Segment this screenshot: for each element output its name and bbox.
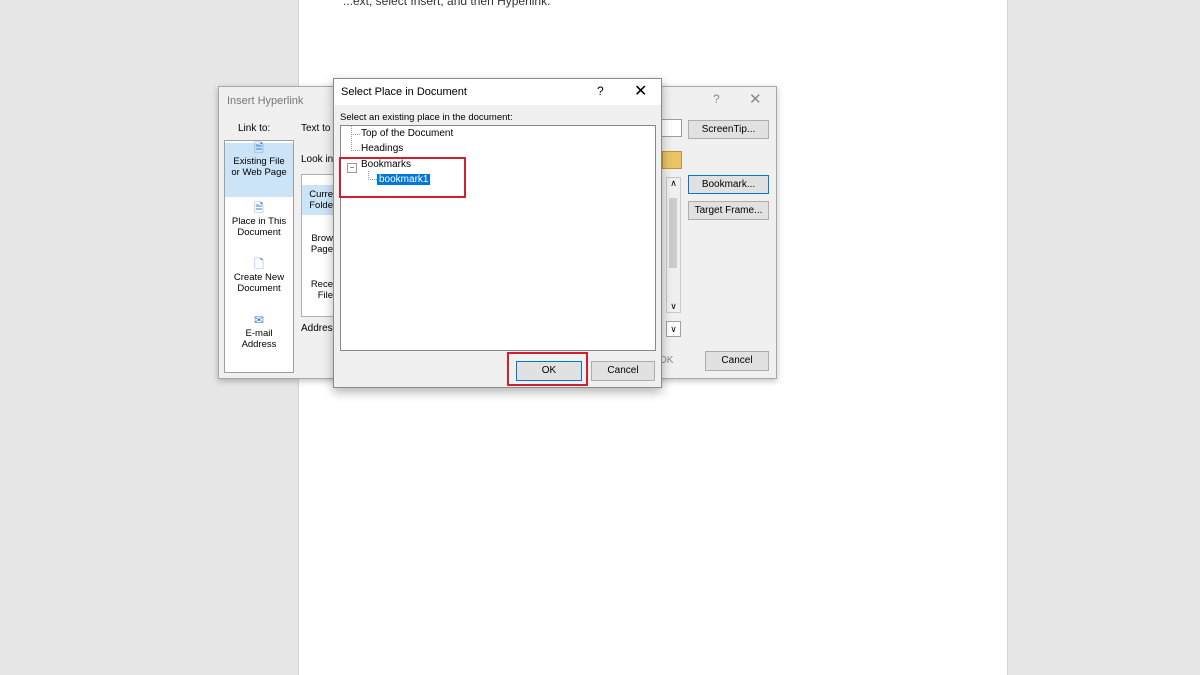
- select-place-dialog: Select Place in Document ? ✕ Select an e…: [333, 78, 662, 388]
- scroll-thumb[interactable]: [669, 198, 677, 268]
- text-to-display-input[interactable]: [660, 119, 682, 137]
- scroll-down-icon[interactable]: ∨: [667, 301, 680, 312]
- cancel-button[interactable]: Cancel: [705, 351, 769, 371]
- link-to-label: Link to:: [238, 123, 271, 134]
- nav-email-address[interactable]: ✉ E-mail Address: [225, 313, 293, 365]
- nav-label-line2: Document: [237, 283, 281, 294]
- highlight-bookmarks: [339, 157, 466, 198]
- look-in-label: Look in: [301, 154, 334, 165]
- current-folder-item[interactable]: Curre Folde: [302, 185, 335, 215]
- nav-label-line1: Existing File: [233, 156, 285, 167]
- close-icon[interactable]: ✕: [634, 81, 647, 101]
- tree-item-top-of-document[interactable]: Top of the Document: [361, 128, 453, 139]
- nav-label-line1: Create New: [233, 272, 285, 283]
- dialog-title: Insert Hyperlink: [227, 95, 304, 107]
- cancel-button[interactable]: Cancel: [591, 361, 655, 381]
- nav-label-line2: Address: [241, 339, 277, 350]
- mid-label-line2: File: [317, 290, 333, 301]
- mid-label-line1: Rece: [310, 279, 333, 290]
- highlight-ok-button: [507, 352, 588, 386]
- browse-options: Curre Folde Brow Page Rece File: [301, 174, 336, 317]
- tree-connector: [351, 126, 360, 135]
- mid-label-line2: Page: [310, 244, 333, 255]
- place-in-document-icon: 🗎: [254, 201, 264, 215]
- document-text: ...ext, select Insert, and then Hyperlin…: [343, 0, 551, 8]
- existing-file-icon: 🗎: [254, 141, 264, 155]
- mid-label-line1: Brow: [311, 233, 333, 244]
- address-dropdown-icon[interactable]: ∨: [666, 321, 681, 337]
- nav-label-line1: Place in This: [231, 216, 287, 227]
- nav-existing-file[interactable]: 🗎 Existing File or Web Page: [225, 141, 293, 197]
- nav-label-line2: or Web Page: [231, 167, 287, 178]
- email-icon: ✉: [253, 313, 265, 327]
- dialog-title: Select Place in Document: [341, 86, 467, 98]
- close-icon[interactable]: ✕: [749, 90, 762, 108]
- nav-create-new-document[interactable]: 🗋 Create New Document: [225, 257, 293, 309]
- new-document-icon: 🗋: [254, 257, 264, 271]
- link-to-sidebar: 🗎 Existing File or Web Page 🗎 Place in T…: [224, 140, 294, 373]
- help-icon[interactable]: ?: [597, 84, 604, 98]
- recent-files-item[interactable]: Rece File: [302, 279, 335, 309]
- mid-label-line1: Curre: [309, 189, 333, 200]
- ok-button-partial[interactable]: OK: [659, 351, 679, 371]
- help-icon[interactable]: ?: [713, 92, 720, 106]
- tree-label: Top of the Document: [361, 128, 454, 139]
- screentip-button[interactable]: ScreenTip...: [688, 120, 769, 139]
- file-list-scrollbar[interactable]: ∧ ∨: [666, 177, 681, 313]
- tree-label: Headings: [361, 143, 404, 154]
- target-frame-button[interactable]: Target Frame...: [688, 201, 769, 220]
- text-to-display-label: Text to: [301, 123, 331, 134]
- nav-label-line2: Document: [237, 227, 281, 238]
- mid-label-line2: Folde: [309, 200, 333, 211]
- folder-icon[interactable]: [662, 151, 682, 169]
- instruction-label: Select an existing place in the document…: [340, 112, 513, 123]
- bookmark-button[interactable]: Bookmark...: [688, 175, 769, 194]
- tree-connector: [351, 136, 360, 151]
- tree-item-headings[interactable]: Headings: [361, 143, 403, 154]
- scroll-up-icon[interactable]: ∧: [667, 178, 680, 189]
- browsed-pages-item[interactable]: Brow Page: [302, 233, 335, 263]
- title-bar: Select Place in Document ? ✕: [334, 79, 661, 105]
- nav-label-line1: E-mail: [245, 328, 273, 339]
- nav-place-in-document[interactable]: 🗎 Place in This Document: [225, 201, 293, 253]
